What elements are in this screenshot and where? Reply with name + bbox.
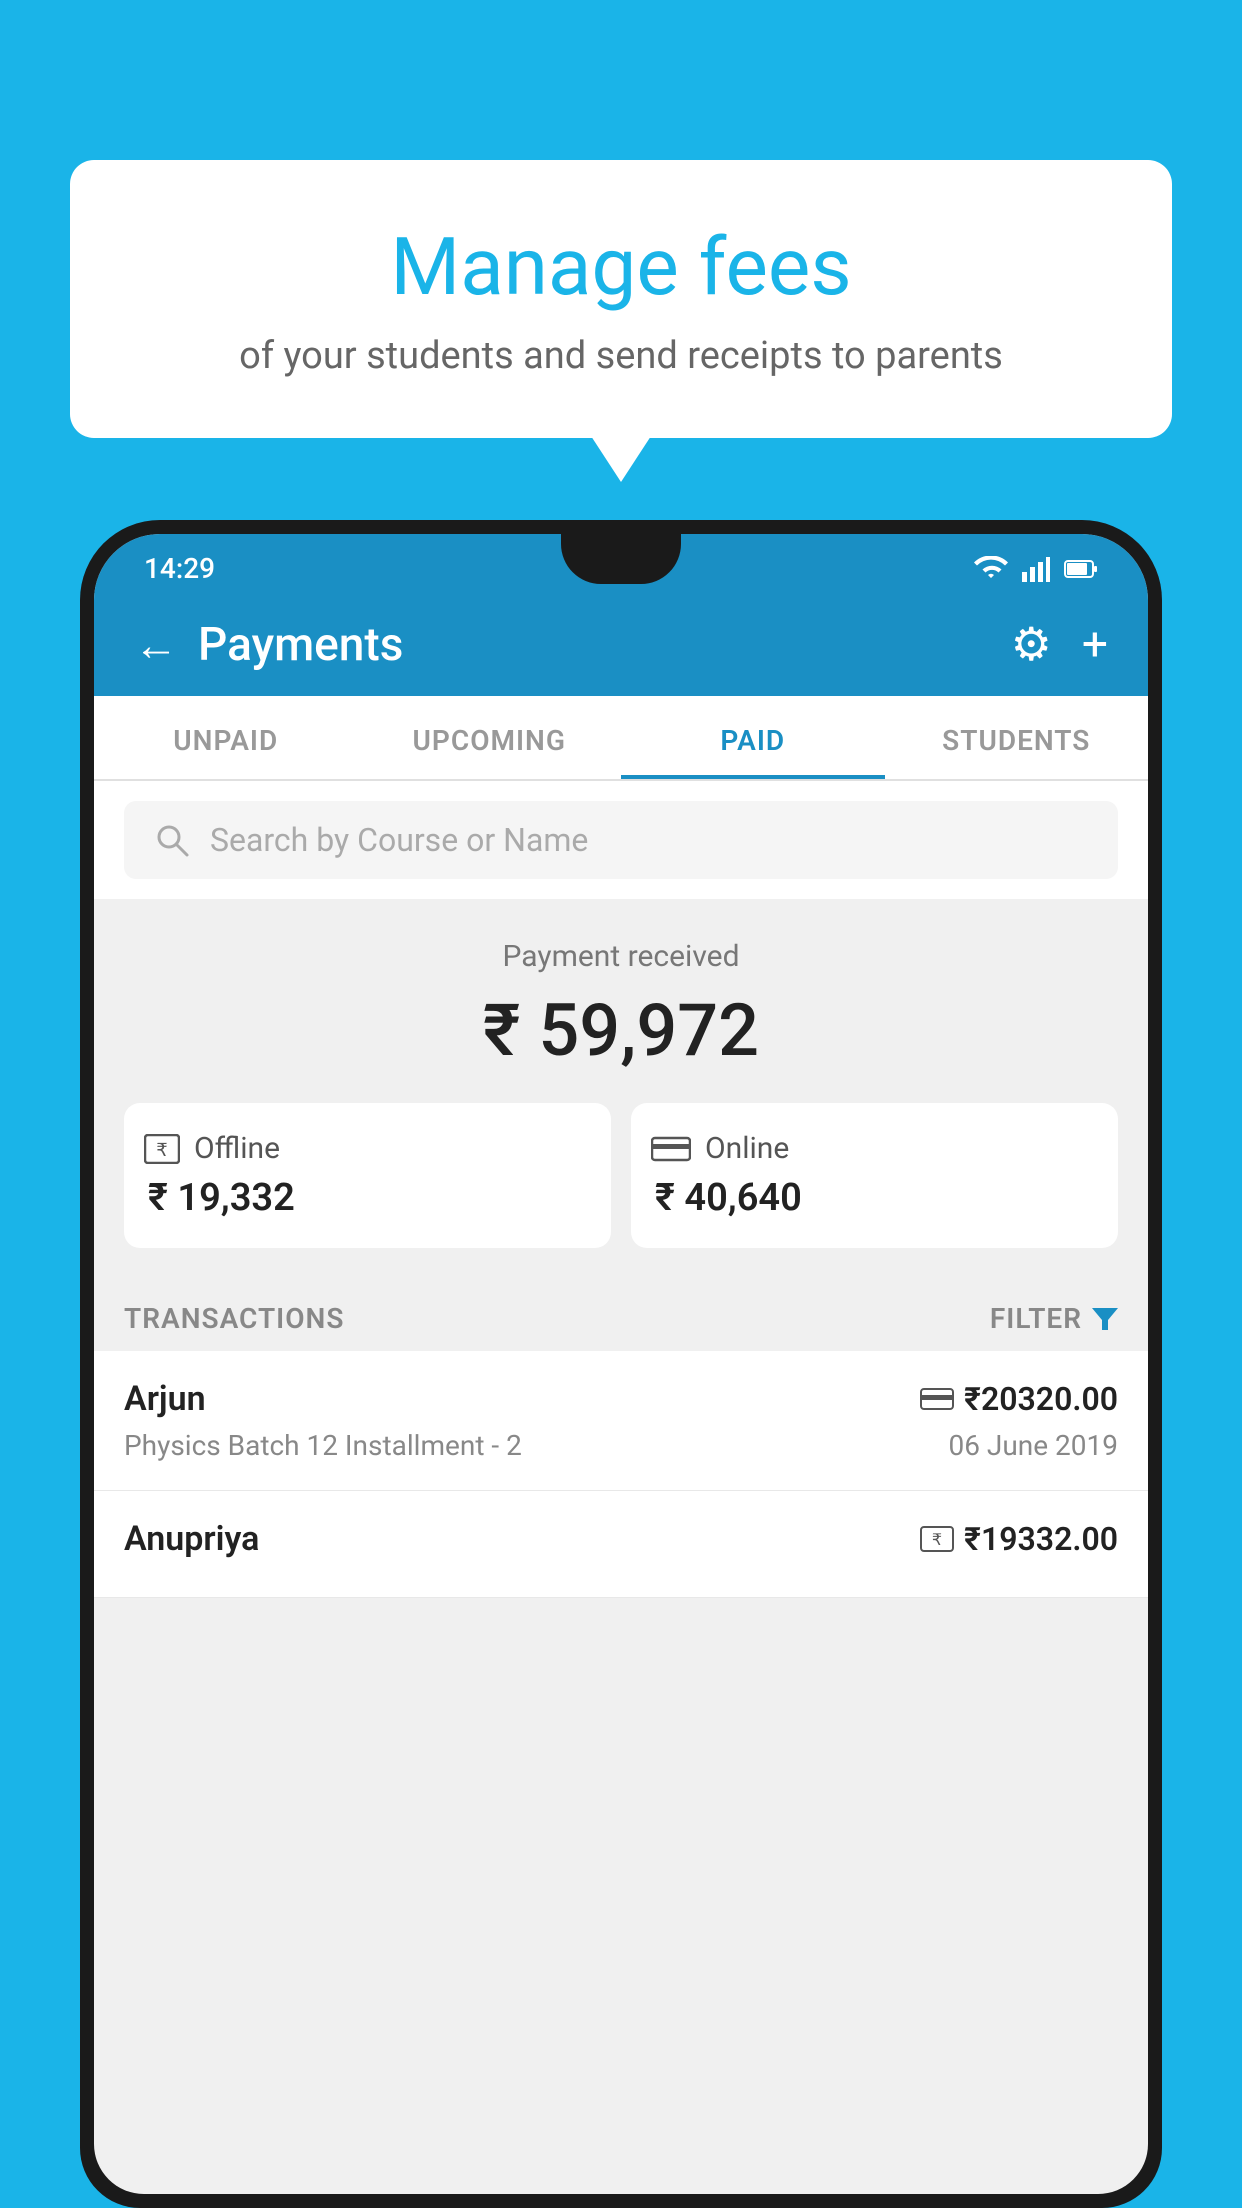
offline-amount: ₹ 19,332 xyxy=(144,1176,295,1220)
search-bar-wrapper: Search by Course or Name xyxy=(94,781,1148,899)
transaction-amount: ₹20320.00 xyxy=(964,1380,1118,1418)
transaction-course: Physics Batch 12 Installment - 2 xyxy=(124,1429,522,1462)
transaction-item[interactable]: Anupriya ₹ ₹19332.00 xyxy=(94,1491,1148,1598)
transactions-label: TRANSACTIONS xyxy=(124,1302,344,1335)
top-bar-right: ⚙ + xyxy=(1011,617,1108,672)
phone-container: 14:29 xyxy=(80,520,1162,2208)
online-card: Online ₹ 40,640 xyxy=(631,1103,1118,1248)
status-icons xyxy=(974,556,1098,582)
signal-icon xyxy=(1022,556,1050,582)
online-card-header: Online xyxy=(651,1131,789,1166)
battery-icon xyxy=(1064,559,1098,579)
svg-text:₹: ₹ xyxy=(156,1140,167,1160)
transaction-type-icon-2: ₹ xyxy=(920,1526,954,1552)
transaction-row1: Arjun ₹20320.00 xyxy=(124,1379,1118,1419)
tab-students[interactable]: STUDENTS xyxy=(885,696,1149,779)
wifi-icon xyxy=(974,556,1008,582)
status-time: 14:29 xyxy=(144,552,215,585)
offline-label: Offline xyxy=(194,1131,280,1166)
status-bar: 14:29 xyxy=(94,534,1148,597)
bubble-subtitle: of your students and send receipts to pa… xyxy=(150,334,1092,378)
payment-received-label: Payment received xyxy=(124,939,1118,974)
offline-icon: ₹ xyxy=(144,1134,180,1164)
top-bar: ← Payments ⚙ + xyxy=(94,597,1148,696)
tabs-bar: UNPAID UPCOMING PAID STUDENTS xyxy=(94,696,1148,781)
online-label: Online xyxy=(705,1131,789,1166)
transaction-type-icon xyxy=(920,1386,954,1412)
offline-card-header: ₹ Offline xyxy=(144,1131,280,1166)
back-button[interactable]: ← xyxy=(134,623,178,667)
payment-summary: Payment received ₹ 59,972 ₹ Offli xyxy=(94,899,1148,1278)
search-bar[interactable]: Search by Course or Name xyxy=(124,801,1118,879)
phone-screen: 14:29 xyxy=(94,534,1148,2194)
payment-cards: ₹ Offline ₹ 19,332 xyxy=(124,1103,1118,1248)
filter-label: FILTER xyxy=(990,1302,1082,1335)
filter-icon xyxy=(1092,1308,1118,1330)
transaction-row2: Physics Batch 12 Installment - 2 06 June… xyxy=(124,1429,1118,1462)
page-title: Payments xyxy=(198,618,403,672)
online-amount: ₹ 40,640 xyxy=(651,1176,802,1220)
speech-bubble-wrapper: Manage fees of your students and send re… xyxy=(70,160,1172,438)
transaction-date: 06 June 2019 xyxy=(948,1429,1118,1462)
phone-outer: 14:29 xyxy=(80,520,1162,2208)
notch xyxy=(561,534,681,584)
speech-bubble: Manage fees of your students and send re… xyxy=(70,160,1172,438)
settings-button[interactable]: ⚙ xyxy=(1011,617,1052,672)
top-bar-left: ← Payments xyxy=(134,618,403,672)
tab-paid[interactable]: PAID xyxy=(621,696,885,779)
transaction-row1: Anupriya ₹ ₹19332.00 xyxy=(124,1519,1118,1559)
transaction-amount-row: ₹20320.00 xyxy=(920,1380,1118,1418)
bubble-title: Manage fees xyxy=(150,220,1092,314)
payment-total-amount: ₹ 59,972 xyxy=(124,988,1118,1073)
tab-unpaid[interactable]: UNPAID xyxy=(94,696,358,779)
transaction-amount-2: ₹19332.00 xyxy=(964,1520,1118,1558)
transactions-header: TRANSACTIONS FILTER xyxy=(94,1278,1148,1351)
search-input[interactable]: Search by Course or Name xyxy=(210,821,588,859)
svg-text:₹: ₹ xyxy=(932,1532,942,1549)
transaction-amount-row-2: ₹ ₹19332.00 xyxy=(920,1520,1118,1558)
tab-upcoming[interactable]: UPCOMING xyxy=(358,696,622,779)
filter-button[interactable]: FILTER xyxy=(990,1302,1118,1335)
transaction-item[interactable]: Arjun ₹20320.00 Physics Batch 12 Install… xyxy=(94,1351,1148,1491)
transaction-name-2: Anupriya xyxy=(124,1519,259,1559)
transaction-name: Arjun xyxy=(124,1379,206,1419)
search-icon xyxy=(154,822,190,858)
add-button[interactable]: + xyxy=(1082,618,1108,672)
offline-card: ₹ Offline ₹ 19,332 xyxy=(124,1103,611,1248)
online-icon xyxy=(651,1134,691,1164)
content-area: Search by Course or Name Payment receive… xyxy=(94,781,1148,2194)
